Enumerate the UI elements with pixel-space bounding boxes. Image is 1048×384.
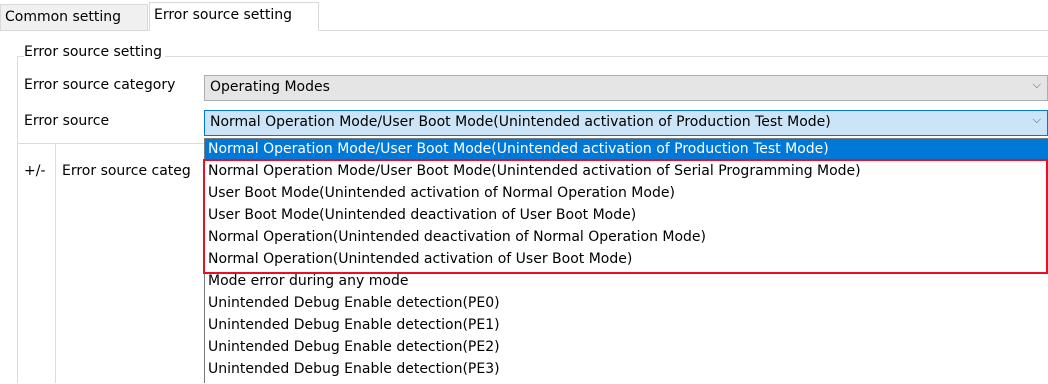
dropdown-option[interactable]: Unintended Debug Enable detection(PE2) (205, 337, 1048, 358)
dropdown-option[interactable]: User Boot Mode(Unintended activation of … (205, 183, 1048, 204)
dropdown-option[interactable]: Unintended Debug Enable detection(PE0) (205, 293, 1048, 314)
grid-header-expand[interactable]: +/- (24, 163, 46, 179)
source-combobox[interactable]: Normal Operation Mode/User Boot Mode(Uni… (204, 110, 1048, 136)
source-label: Error source (24, 113, 110, 129)
category-value: Operating Modes (210, 79, 330, 95)
dropdown-option[interactable]: Normal Operation(Unintended activation o… (205, 249, 1048, 270)
source-dropdown-list: Normal Operation Mode/User Boot Mode(Uni… (204, 138, 1048, 383)
chevron-down-icon[interactable]: ⌵ (1033, 113, 1041, 127)
tab-common-setting[interactable]: Common setting (0, 4, 148, 30)
chevron-down-icon[interactable]: ⌵ (1033, 78, 1041, 92)
dropdown-option[interactable]: Mode error during any mode (205, 271, 1048, 292)
source-value: Normal Operation Mode/User Boot Mode(Uni… (210, 114, 831, 130)
grid-column-separator (55, 143, 56, 383)
group-title: Error source setting (24, 44, 166, 60)
dropdown-option[interactable]: Normal Operation(Unintended deactivation… (205, 227, 1048, 248)
dropdown-option[interactable]: Unintended Debug Enable detection(PE1) (205, 315, 1048, 336)
grid-header-category[interactable]: Error source categ (62, 163, 191, 179)
dropdown-option[interactable]: Unintended Debug Enable detection(PE3) (205, 359, 1048, 380)
group-border-top (17, 56, 1048, 57)
dropdown-option[interactable]: User Boot Mode(Unintended deactivation o… (205, 205, 1048, 226)
category-combobox[interactable]: Operating Modes ⌵ (204, 75, 1048, 101)
dropdown-option[interactable]: Normal Operation Mode/User Boot Mode(Uni… (205, 139, 1048, 160)
category-label: Error source category (24, 77, 176, 93)
tab-error-source-setting[interactable]: Error source setting (149, 2, 319, 31)
tab-bar: Common setting Error source setting (0, 0, 1048, 31)
dropdown-option[interactable]: Normal Operation Mode/User Boot Mode(Uni… (205, 161, 1048, 182)
